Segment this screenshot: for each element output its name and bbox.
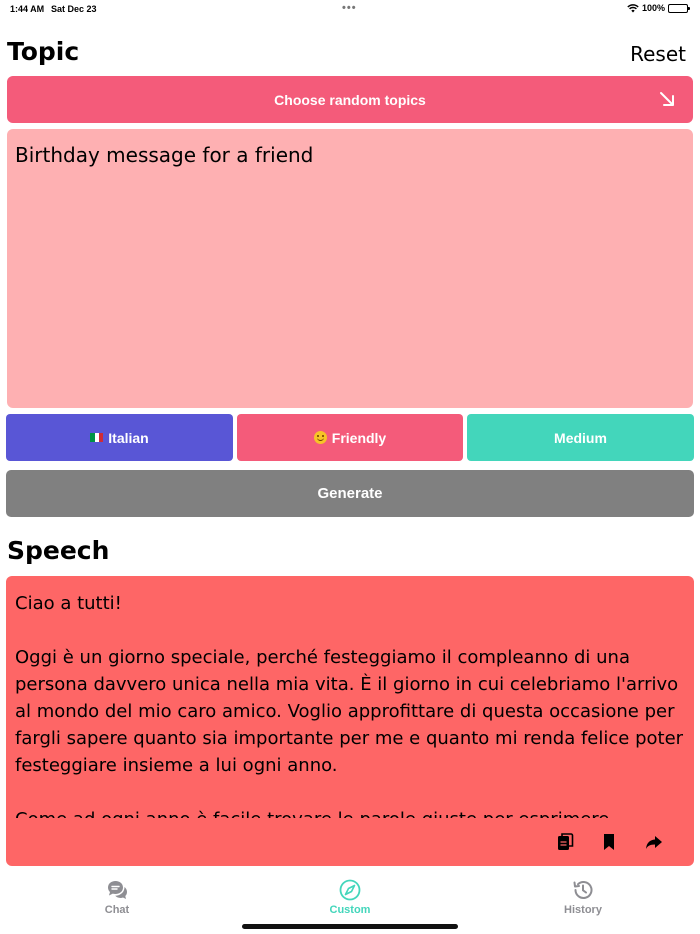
bookmark-icon[interactable] (598, 831, 620, 853)
battery-icon (668, 3, 690, 13)
share-icon[interactable] (643, 831, 665, 853)
tone-button[interactable]: Friendly (237, 414, 463, 461)
tab-history-label: History (564, 904, 602, 916)
home-indicator (242, 924, 458, 929)
choose-random-topics-button[interactable]: Choose random topics (7, 76, 693, 123)
status-time: 1:44 AM (10, 4, 45, 14)
topic-input[interactable]: Birthday message for a friend (7, 129, 693, 408)
arrow-down-right-icon (660, 92, 674, 106)
status-bar: 1:44 AM Sat Dec 23 ••• 100% (0, 0, 700, 18)
status-right: 100% (627, 3, 690, 13)
tab-chat[interactable]: Chat (57, 878, 177, 916)
tab-custom-label: Custom (329, 904, 371, 916)
speech-actions (554, 831, 694, 855)
topic-title: Topic (7, 37, 80, 66)
tab-history[interactable]: History (523, 878, 643, 916)
compass-icon (339, 879, 361, 901)
italy-flag-icon (90, 433, 104, 442)
status-date: Sat Dec 23 (51, 4, 97, 14)
multitasking-dots-icon[interactable]: ••• (342, 2, 357, 14)
battery-percent: 100% (641, 3, 665, 13)
smiley-icon (313, 431, 327, 444)
speech-text[interactable]: Ciao a tutti! Oggi è un giorno speciale,… (15, 590, 685, 818)
length-button[interactable]: Medium (467, 414, 694, 461)
speech-title: Speech (7, 536, 110, 565)
choose-random-topics-label: Choose random topics (274, 91, 426, 108)
copy-icon[interactable] (554, 831, 576, 853)
language-button[interactable]: Italian (6, 414, 233, 461)
chat-bubbles-icon (108, 881, 127, 899)
generate-button[interactable]: Generate (6, 470, 694, 517)
language-label: Italian (108, 429, 149, 446)
history-clock-icon (573, 881, 593, 899)
tab-custom[interactable]: Custom (290, 878, 410, 916)
tone-label: Friendly (331, 429, 387, 446)
reset-button[interactable]: Reset (630, 42, 686, 66)
speech-paragraph: Oggi è un giorno speciale, perché festeg… (15, 647, 684, 776)
wifi-icon (627, 3, 639, 12)
speech-paragraph: Ciao a tutti! (15, 593, 122, 614)
speech-output[interactable]: Ciao a tutti! Oggi è un giorno speciale,… (6, 576, 694, 866)
speech-paragraph: Come ad ogni anno è facile trovare le pa… (15, 806, 685, 818)
tab-chat-label: Chat (104, 904, 130, 916)
length-label: Medium (554, 429, 607, 446)
